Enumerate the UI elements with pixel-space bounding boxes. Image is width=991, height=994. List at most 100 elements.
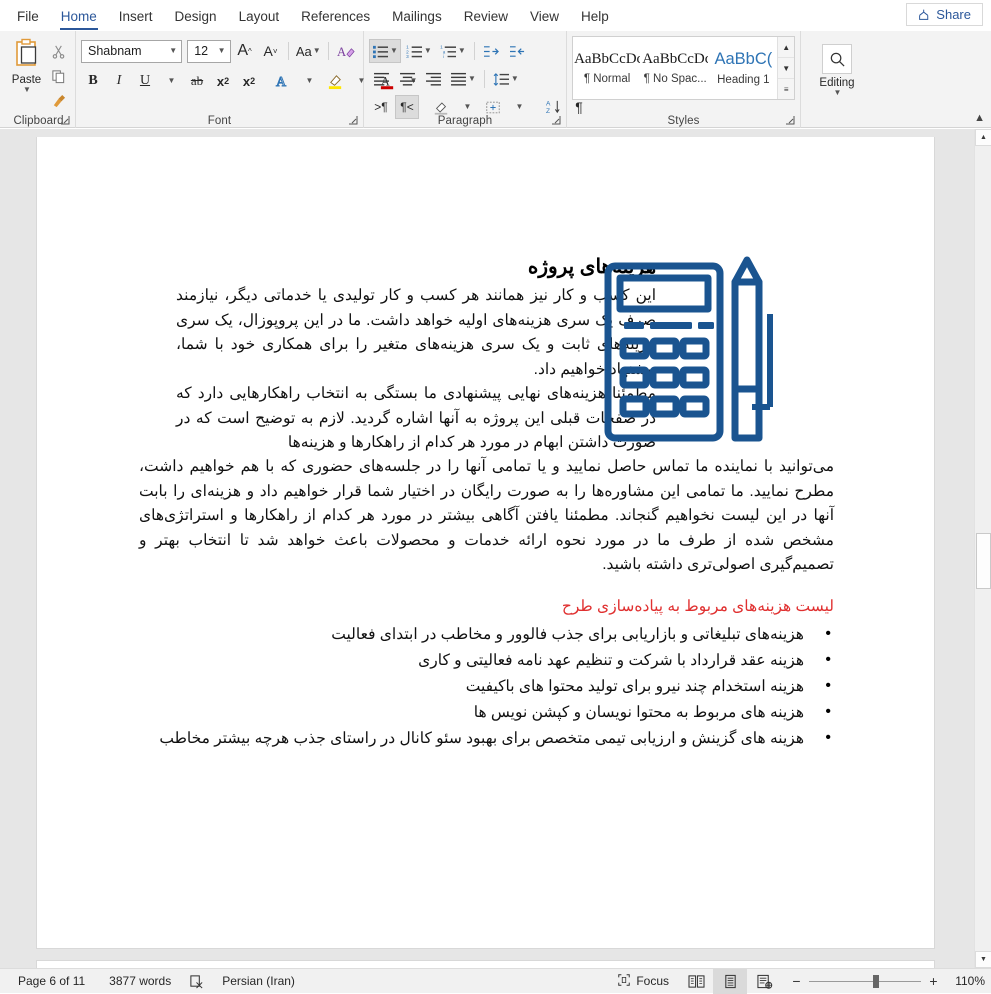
bullet-list-icon[interactable]: ▼	[369, 39, 401, 63]
increase-indent-icon[interactable]	[506, 39, 530, 63]
tab-file[interactable]: File	[6, 10, 50, 30]
justify-icon[interactable]: ▼	[447, 67, 479, 91]
bold-button[interactable]: B	[81, 69, 105, 93]
font-size-input[interactable]: 12 ▼	[187, 40, 230, 63]
zoom-level[interactable]: 110%	[947, 974, 985, 988]
decrease-indent-icon[interactable]	[480, 39, 504, 63]
text-effects-icon[interactable]: A	[271, 69, 295, 93]
search-icon	[822, 44, 852, 74]
scroll-up-arrow[interactable]: ▲	[975, 129, 991, 146]
focus-mode-button[interactable]: Focus	[611, 969, 679, 994]
ribbon-tab-bar: File Home Insert Design Layout Reference…	[0, 0, 991, 31]
font-dialog-launcher[interactable]	[348, 115, 359, 126]
print-layout-button[interactable]	[713, 969, 747, 994]
editing-button[interactable]: Editing ▼	[806, 35, 868, 97]
document-page-7[interactable]	[36, 960, 935, 968]
grow-font-icon[interactable]: A^	[233, 39, 257, 63]
align-right-icon[interactable]	[421, 67, 445, 91]
styles-gallery[interactable]: AaBbCcDc ¶ Normal AaBbCcDc ¶ No Spac... …	[572, 36, 795, 100]
focus-mode-icon	[617, 973, 631, 990]
tab-help[interactable]: Help	[570, 10, 620, 30]
read-mode-button[interactable]	[679, 969, 713, 994]
italic-button[interactable]: I	[107, 69, 131, 93]
style-heading-1[interactable]: AaBbC( Heading 1	[709, 37, 777, 99]
font-name-input[interactable]: Shabnam ▼	[81, 40, 182, 63]
tab-view[interactable]: View	[519, 10, 570, 30]
calculator-and-pencil-illustration[interactable]	[602, 252, 782, 452]
collapse-ribbon-icon[interactable]: ▲	[974, 112, 985, 124]
styles-group-label: Styles	[567, 115, 800, 127]
text-effects-caret[interactable]: ▼	[297, 69, 321, 93]
superscript-icon[interactable]: x2	[237, 69, 261, 93]
svg-text:i: i	[443, 54, 444, 59]
style-heading-1-preview: AaBbC(	[714, 50, 772, 69]
paragraph-group-label: Paragraph	[364, 115, 566, 127]
document-page-6[interactable]: هزینه‌های پروژه این کسب و کار نیز همانند…	[36, 137, 935, 949]
underline-caret[interactable]: ▼	[159, 69, 183, 93]
list-item: هزینه های مربوط به محتوا نویسان و کپشن ن…	[139, 700, 834, 726]
word-count[interactable]: 3877 words	[97, 969, 183, 993]
zoom-out-button[interactable]: −	[791, 973, 802, 989]
share-label: Share	[936, 7, 971, 22]
zoom-slider-thumb[interactable]	[873, 975, 879, 988]
chevron-down-icon[interactable]: ▼	[834, 89, 842, 97]
shrink-font-icon[interactable]: A˅	[259, 39, 283, 63]
paste-dropdown-caret[interactable]: ▼	[23, 86, 31, 94]
tab-review[interactable]: Review	[453, 10, 519, 30]
align-left-icon[interactable]	[369, 67, 393, 91]
font-group-label: Font	[76, 115, 363, 127]
format-painter-button[interactable]	[46, 89, 70, 113]
style-normal[interactable]: AaBbCcDc ¶ Normal	[573, 37, 641, 99]
paste-button[interactable]: Paste ▼	[7, 36, 46, 94]
svg-text:A: A	[545, 101, 550, 108]
document-red-heading: لیست هزینه‌های مربوط به پیاده‌سازی طرح	[562, 597, 834, 616]
tab-insert[interactable]: Insert	[108, 10, 164, 30]
scroll-down-arrow[interactable]: ▼	[975, 951, 991, 968]
proofing-errors-icon[interactable]	[183, 974, 210, 989]
page-indicator[interactable]: Page 6 of 11	[6, 969, 97, 993]
numbered-list-icon[interactable]: 1 2 3 ▼	[403, 39, 435, 63]
document-paragraph-1: این کسب و کار نیز همانند هر کسب و کار تو…	[176, 284, 656, 382]
share-button[interactable]: Share	[906, 3, 983, 26]
tab-home[interactable]: Home	[50, 10, 108, 30]
web-layout-button[interactable]	[747, 969, 781, 994]
strikethrough-icon[interactable]: ab	[185, 69, 209, 93]
multilevel-list-icon[interactable]: 1 a i ▼	[437, 39, 469, 63]
svg-text:3: 3	[406, 54, 409, 59]
scroll-up-icon[interactable]: ▲	[778, 37, 794, 58]
ribbon-group-font: Shabnam ▼ 12 ▼ A^ A˅ Aa▼ A B I U ▼	[76, 31, 364, 128]
line-spacing-icon[interactable]: ▼	[490, 67, 522, 91]
zoom-controls: − +	[781, 973, 947, 989]
style-no-spacing[interactable]: AaBbCcDc ¶ No Spac...	[641, 37, 709, 99]
text-highlight-icon[interactable]	[323, 69, 347, 93]
subscript-icon[interactable]: x2	[211, 69, 235, 93]
copy-button[interactable]	[46, 64, 70, 88]
vertical-scrollbar[interactable]: ▲ ▼	[974, 129, 991, 968]
list-item: هزینه‌های تبلیغاتی و بازاریابی برای جذب …	[139, 622, 834, 648]
vertical-scroll-thumb[interactable]	[976, 533, 991, 589]
scroll-down-icon[interactable]: ▼	[778, 58, 794, 79]
underline-button[interactable]: U	[133, 69, 157, 93]
clipboard-dialog-launcher[interactable]	[60, 115, 71, 126]
font-name-value: Shabnam	[88, 44, 142, 58]
more-styles-icon[interactable]: ≡	[778, 79, 794, 99]
ribbon-group-clipboard: Paste ▼ Clipboard	[2, 31, 76, 128]
tab-design[interactable]: Design	[164, 10, 228, 30]
font-name-caret[interactable]: ▼	[169, 47, 177, 55]
zoom-slider[interactable]	[809, 981, 921, 982]
change-case-icon[interactable]: Aa▼	[294, 39, 324, 63]
align-center-icon[interactable]	[395, 67, 419, 91]
cut-button[interactable]	[46, 39, 70, 63]
styles-dialog-launcher[interactable]	[785, 115, 796, 126]
tab-mailings[interactable]: Mailings	[381, 10, 453, 30]
zoom-in-button[interactable]: +	[928, 973, 939, 989]
paragraph-dialog-launcher[interactable]	[551, 115, 562, 126]
tab-layout[interactable]: Layout	[228, 10, 291, 30]
language-indicator[interactable]: Persian (Iran)	[210, 969, 307, 993]
focus-mode-label: Focus	[636, 974, 669, 988]
font-size-caret[interactable]: ▼	[218, 47, 226, 55]
clear-formatting-icon[interactable]: A	[334, 39, 358, 63]
svg-text:A: A	[276, 75, 287, 89]
document-paragraph-2: مطمئنا هزینه‌های نهایی پیشنهادی ما بستگی…	[176, 382, 656, 456]
tab-references[interactable]: References	[290, 10, 381, 30]
